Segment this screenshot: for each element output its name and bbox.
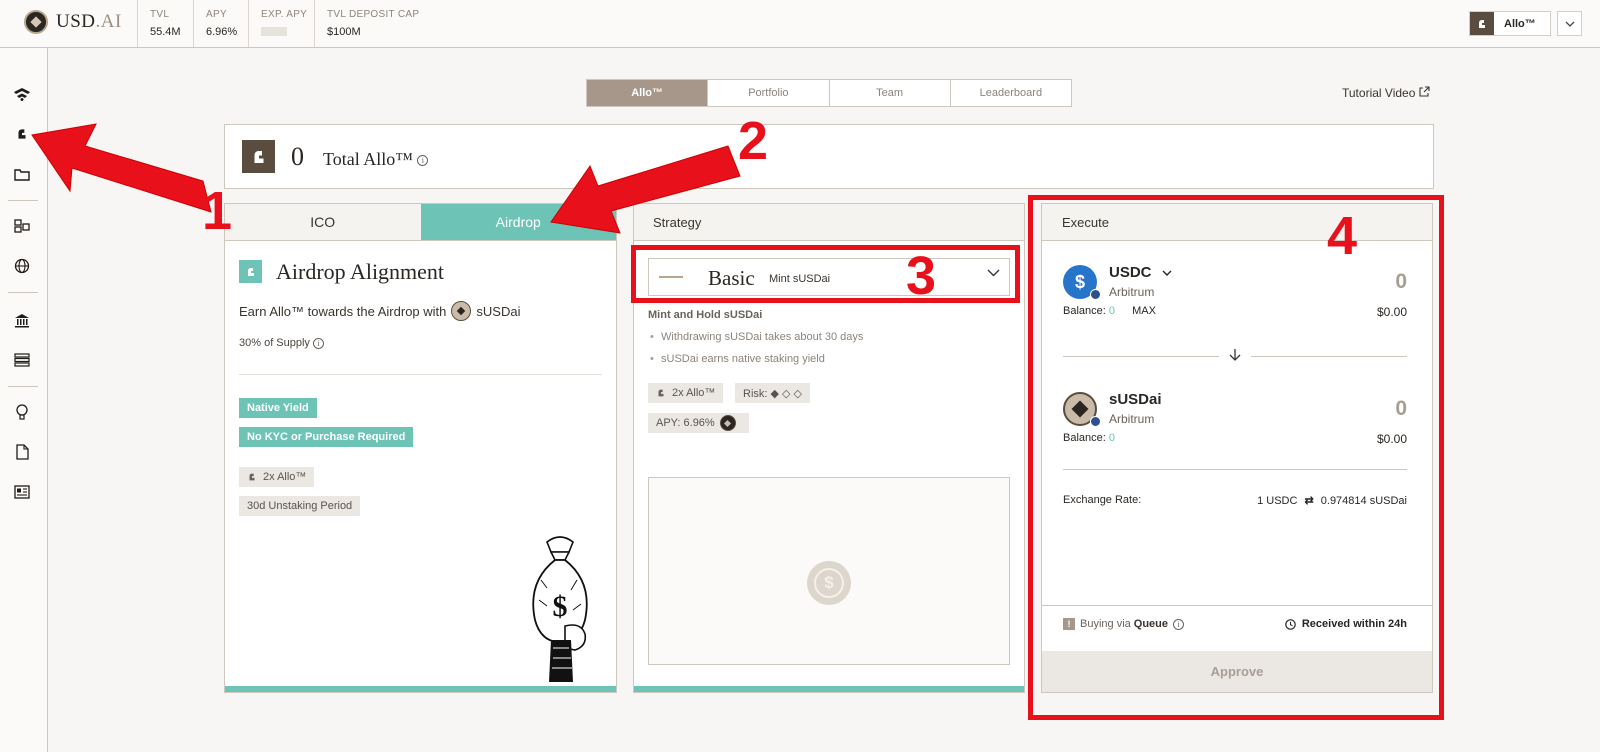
divider — [239, 374, 602, 375]
annotation-number-3: 3 — [906, 246, 937, 306]
annotation-number-4: 4 — [1327, 206, 1358, 266]
chevron-down-icon — [1565, 21, 1574, 27]
supply-label: 30% of Supply i — [239, 337, 324, 349]
logo-text: USD — [56, 11, 96, 32]
sidebar — [0, 48, 48, 752]
tab-team[interactable]: Team — [830, 80, 951, 106]
tutorial-label: Tutorial Video — [1342, 86, 1416, 100]
stat-value: 6.96% — [206, 26, 238, 38]
stat-key: TVL DEPOSIT CAP — [327, 9, 420, 20]
stat-value: $100M — [327, 26, 361, 38]
program-title: Airdrop Alignment — [276, 259, 445, 284]
sidebar-divider — [8, 292, 38, 293]
globe-icon[interactable] — [12, 256, 32, 276]
info-icon[interactable]: i — [313, 337, 324, 349]
stat-value: 55.4M — [150, 26, 181, 38]
account-button[interactable]: Allo™ — [1469, 11, 1551, 36]
annotation-box-3 — [631, 245, 1020, 303]
svg-text:$: $ — [553, 590, 568, 623]
chip-apy: APY: 6.96% — [648, 413, 749, 433]
chip-no-kyc: No KYC or Purchase Required — [239, 427, 414, 447]
logo[interactable]: USD.AI — [24, 10, 122, 34]
account-label: Allo™ — [1504, 17, 1536, 30]
total-allo-bar: 0 Total Allo™ i — [224, 124, 1434, 189]
allo-icon[interactable] — [12, 124, 32, 144]
chip-risk: Risk: ◆ ◇ ◇ — [735, 383, 810, 403]
subtitle-token: sUSDai — [476, 303, 521, 319]
stat-key: APY — [206, 9, 227, 20]
logo-icon — [24, 10, 48, 34]
program-tabs: ICO Airdrop — [225, 204, 616, 241]
tab-ico[interactable]: ICO — [225, 204, 421, 240]
account-menu-button[interactable] — [1557, 11, 1582, 36]
program-subtitle: Earn Allo™ towards the Airdrop with sUSD… — [239, 301, 520, 321]
susdai-token-icon — [451, 301, 472, 321]
tab-allo[interactable]: Allo™ — [587, 80, 709, 106]
annotation-number-1: 1 — [202, 181, 233, 241]
logo-suffix: .AI — [95, 11, 122, 32]
chip-unstaking: 30d Unstaking Period — [239, 496, 361, 516]
stat-apy: APY 6.96% — [193, 0, 247, 47]
chip-native-yield: Native Yield — [239, 398, 317, 418]
external-link-icon — [1419, 86, 1430, 97]
total-allo-label: Total Allo™ — [323, 149, 413, 169]
stat-deposit-cap: TVL DEPOSIT CAP $100M — [314, 0, 424, 47]
dollar-coin-icon: $ — [807, 561, 851, 605]
chip-allo-multiplier: 2x Allo™ — [239, 467, 315, 487]
annotation-number-2: 2 — [738, 111, 769, 171]
lightbulb-icon[interactable] — [12, 402, 32, 422]
susdai-token-icon — [719, 415, 736, 431]
panel-accent-stripe — [634, 686, 1024, 692]
top-bar: USD.AI TVL 55.4M APY 6.96% EXP. APY TVL … — [0, 0, 1600, 48]
strategy-description-title: Mint and Hold sUSDai — [648, 309, 763, 321]
database-icon[interactable] — [12, 350, 32, 370]
annotation-box-4 — [1028, 195, 1444, 720]
newspaper-icon[interactable] — [12, 482, 32, 502]
sidebar-divider — [8, 386, 38, 387]
money-bag-illustration: $ — [532, 536, 588, 682]
stat-tvl: TVL 55.4M — [137, 0, 189, 47]
tutorial-video-link[interactable]: Tutorial Video — [1342, 86, 1430, 100]
bank-icon[interactable] — [12, 310, 32, 330]
sidebar-divider — [8, 200, 38, 201]
dashboard-icon[interactable] — [12, 216, 32, 236]
program-panel: ICO Airdrop Airdrop Alignment Earn Allo™… — [224, 203, 617, 693]
panel-accent-stripe — [225, 686, 616, 692]
annotation-arrow-1 — [31, 123, 212, 213]
allo-avatar-icon — [1470, 12, 1494, 35]
total-allo-value: 0 — [291, 142, 304, 171]
strategy-bullet: Withdrawing sUSDai takes about 30 days — [650, 331, 863, 343]
strategy-header: Strategy — [634, 204, 1024, 241]
stat-loading-bar — [261, 27, 287, 36]
strategy-preview-box: $ — [648, 477, 1010, 665]
allo-icon — [239, 260, 262, 283]
folder-icon[interactable] — [12, 164, 32, 184]
main-tabs: Allo™ Portfolio Team Leaderboard — [586, 79, 1072, 107]
stat-key: TVL — [150, 9, 170, 20]
subtitle-text: Earn Allo™ towards the Airdrop with — [239, 303, 447, 319]
document-icon[interactable] — [12, 442, 32, 462]
info-icon[interactable]: i — [417, 155, 429, 167]
chip-allo-multiplier: 2x Allo™ — [648, 383, 724, 403]
stat-exp-apy: EXP. APY — [248, 0, 312, 47]
tab-leaderboard[interactable]: Leaderboard — [951, 80, 1071, 106]
tab-portfolio[interactable]: Portfolio — [708, 80, 830, 106]
strategy-bullet: sUSDai earns native staking yield — [650, 353, 825, 365]
tab-airdrop[interactable]: Airdrop — [420, 204, 616, 240]
allo-icon — [249, 473, 255, 481]
wifi-icon[interactable] — [12, 84, 32, 104]
allo-icon — [242, 140, 275, 173]
allo-icon — [658, 389, 664, 397]
stat-key: EXP. APY — [261, 9, 308, 20]
